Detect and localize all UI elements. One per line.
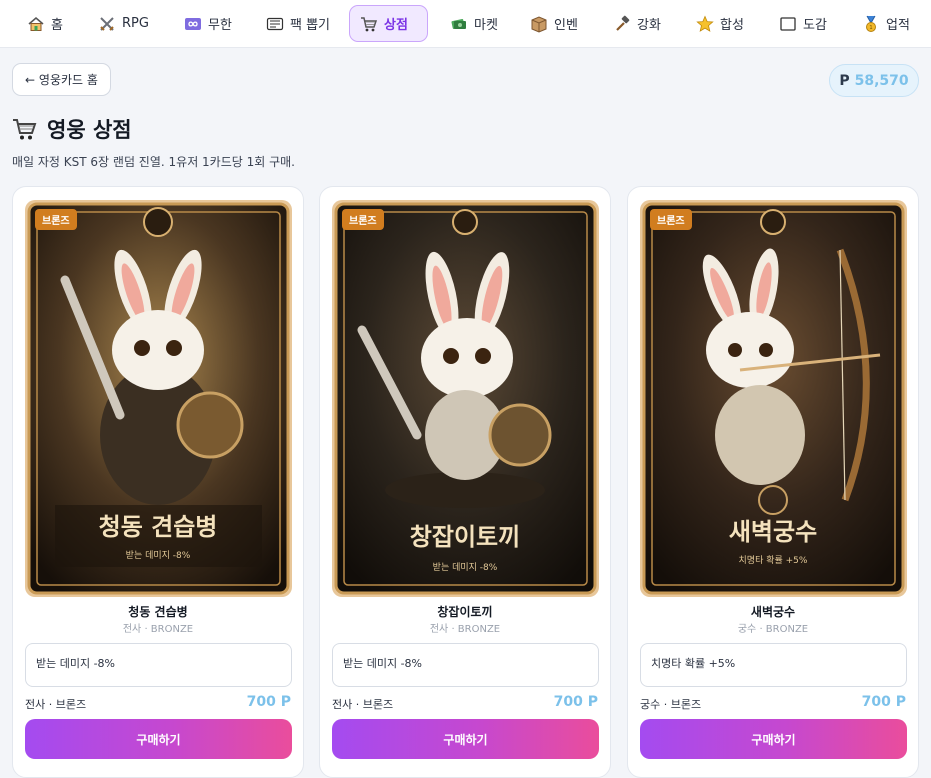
nav-collection[interactable]: 도감 — [769, 5, 837, 42]
inventory-box-icon — [530, 15, 548, 33]
shop-card: 새벽궁수 치명타 확률 +5% 브론즈 새벽궁수 궁수 · BRONZE 치명타… — [627, 186, 919, 778]
shopping-cart-icon — [12, 116, 38, 142]
card-artwork: 창잡이토끼 받는 데미지 -8% — [332, 200, 599, 597]
infinity-icon — [184, 15, 202, 33]
rarity-badge: 브론즈 — [342, 209, 384, 230]
card-class: 전사 · BRONZE — [122, 624, 194, 635]
money-icon — [450, 15, 468, 33]
card-effect: 받는 데미지 -8% — [25, 643, 292, 687]
hammer-icon — [613, 15, 631, 33]
svg-text:1: 1 — [869, 25, 873, 31]
buy-button[interactable]: 구매하기 — [25, 719, 292, 759]
card-name: 청동 견습병 — [128, 605, 188, 619]
card-art-caption: 받는 데미지 -8% — [433, 562, 498, 573]
nav-shop[interactable]: 상점 — [349, 5, 428, 42]
card-name: 새벽궁수 — [750, 605, 796, 619]
top-nav: 홈 RPG 무한 팩 뽑기 상점 마켓 인벤 강화 합성 도감 1 업적 — [0, 0, 931, 48]
card-pack-icon — [266, 15, 284, 33]
nav-infinite[interactable]: 무한 — [174, 5, 242, 42]
nav-enhance[interactable]: 강화 — [603, 5, 671, 42]
card-artwork: 새벽궁수 치명타 확률 +5% — [640, 200, 907, 597]
buy-button[interactable]: 구매하기 — [640, 719, 907, 759]
card-price: 700 P — [246, 694, 291, 710]
card-class: 전사 · BRONZE — [429, 624, 501, 635]
card-art-caption: 받는 데미지 -8% — [126, 550, 191, 561]
medal-icon: 1 — [862, 15, 880, 33]
buy-button[interactable]: 구매하기 — [332, 719, 599, 759]
card-meta: 전사 · 브론즈 — [332, 698, 394, 711]
card-class: 궁수 · BRONZE — [737, 624, 809, 635]
nav-pack[interactable]: 팩 뽑기 — [256, 5, 340, 42]
rarity-badge: 브론즈 — [650, 209, 692, 230]
nav-enhance-label: 강화 — [637, 18, 661, 33]
card-meta: 궁수 · 브론즈 — [640, 698, 702, 711]
page-title-text: 영웅 상점 — [47, 118, 132, 142]
nav-achievements-label: 업적 — [886, 18, 910, 33]
rarity-badge: 브론즈 — [35, 209, 77, 230]
nav-home-label: 홈 — [51, 18, 63, 33]
nav-collection-label: 도감 — [803, 18, 827, 33]
card-name: 창잡이토끼 — [437, 605, 493, 619]
nav-inventory-label: 인벤 — [554, 18, 578, 33]
card-art-title: 새벽궁수 — [729, 518, 817, 546]
card-art-title: 청동 견습병 — [99, 513, 218, 541]
nav-rpg-label: RPG — [122, 16, 149, 31]
nav-inventory[interactable]: 인벤 — [520, 5, 588, 42]
star-icon — [696, 14, 714, 33]
card-price: 700 P — [553, 694, 598, 710]
page-subtitle: 매일 자정 KST 6장 랜덤 진열. 1유저 1카드당 1회 구매. — [12, 155, 295, 169]
back-to-hero-home-button[interactable]: ← 영웅카드 홈 — [12, 63, 111, 96]
nav-market[interactable]: 마켓 — [440, 5, 508, 42]
nav-shop-label: 상점 — [384, 18, 408, 33]
shopping-cart-icon — [360, 15, 378, 33]
nav-infinite-label: 무한 — [208, 18, 232, 33]
shop-card: 청동 견습병 받는 데미지 -8% 브론즈 청동 견습병 전사 · BRONZE… — [12, 186, 304, 778]
nav-pack-label: 팩 뽑기 — [290, 18, 331, 33]
nav-rpg[interactable]: RPG — [88, 5, 159, 42]
crossed-swords-icon — [98, 15, 116, 33]
card-meta: 전사 · 브론즈 — [25, 698, 87, 711]
shop-card: 창잡이토끼 받는 데미지 -8% 브론즈 창잡이토끼 전사 · BRONZE 받… — [319, 186, 611, 778]
card-effect: 치명타 확률 +5% — [640, 643, 907, 687]
book-icon — [779, 15, 797, 33]
nav-market-label: 마켓 — [474, 18, 498, 33]
points-symbol: P — [839, 72, 850, 89]
card-art-title: 창잡이토끼 — [410, 523, 520, 551]
nav-achievements[interactable]: 1 업적 — [852, 5, 920, 42]
home-icon — [27, 15, 45, 33]
nav-synthesis-label: 합성 — [720, 18, 744, 33]
card-price: 700 P — [861, 694, 906, 710]
nav-synthesis[interactable]: 합성 — [686, 5, 754, 42]
points-balance: P 58,570 — [829, 64, 919, 97]
card-effect: 받는 데미지 -8% — [332, 643, 599, 687]
page-title: 영웅 상점 — [12, 112, 132, 146]
points-value: 58,570 — [854, 72, 909, 89]
nav-home[interactable]: 홈 — [17, 5, 73, 42]
card-art-caption: 치명타 확률 +5% — [739, 554, 808, 566]
card-artwork: 청동 견습병 받는 데미지 -8% — [25, 200, 292, 597]
